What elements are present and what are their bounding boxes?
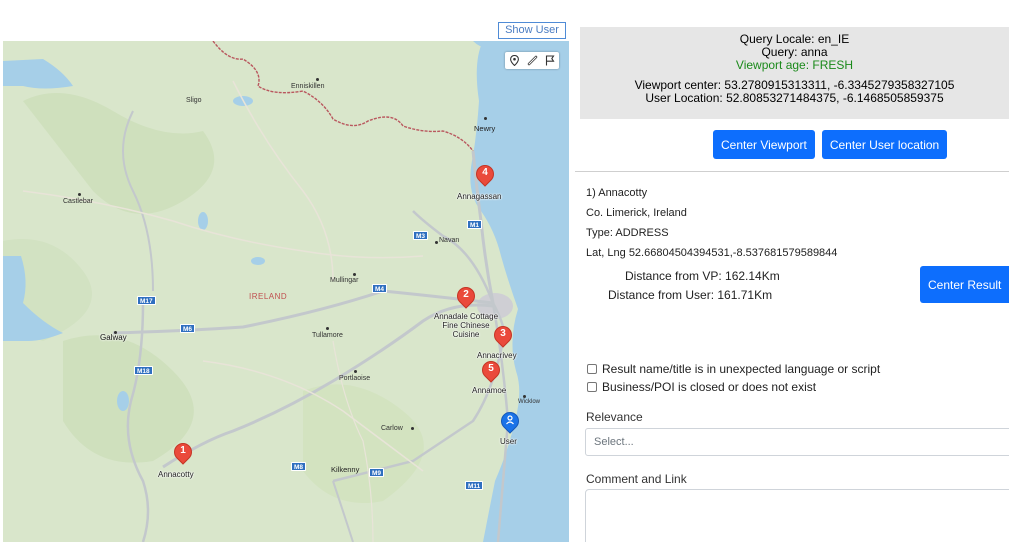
result-marker-4[interactable]: 4 <box>472 161 498 187</box>
closed-checkbox[interactable] <box>587 382 597 392</box>
viewport-center: Viewport center: 53.2780915313311, -6.33… <box>634 78 955 92</box>
place-kilkenny: Kilkenny <box>331 465 360 474</box>
result-latlng: Lat, Lng 52.66804504394531,-8.5376815795… <box>586 247 838 259</box>
road-m4: M4 <box>372 284 388 293</box>
unexpected-language-checkbox[interactable] <box>587 364 597 374</box>
user-location: User Location: 52.80853271484375, -6.146… <box>645 91 944 105</box>
place-navan: Navan <box>439 237 460 244</box>
result-marker-2[interactable]: 2 <box>453 283 479 309</box>
map-view[interactable]: Enniskillen Sligo Newry Castlebar Navan … <box>3 41 569 542</box>
place-portlaoise: Portlaoise <box>339 375 371 382</box>
marker-label-annacotty: Annacotty <box>158 470 194 479</box>
road-m6: M6 <box>180 324 196 333</box>
ruler-tool-icon[interactable] <box>526 54 539 67</box>
show-user-button[interactable]: Show User <box>498 22 566 39</box>
road-m8: M8 <box>291 462 307 471</box>
pin-tool-icon[interactable] <box>508 54 521 67</box>
place-castlebar: Castlebar <box>63 198 93 205</box>
center-buttons: Center Viewport Center User location <box>713 130 948 159</box>
result-details: 1) Annacotty Co. Limerick, Ireland Type:… <box>586 186 1006 266</box>
mullingar-dot <box>353 273 356 276</box>
road-m1: M1 <box>467 220 483 229</box>
marker-number: 5 <box>488 363 494 374</box>
closed-checkbox-row[interactable]: Business/POI is closed or does not exist <box>587 380 816 394</box>
place-sligo: Sligo <box>186 97 202 104</box>
place-tullamore: Tullamore <box>312 332 343 339</box>
result-type: Type: ADDRESS <box>586 227 669 239</box>
result-marker-1[interactable]: 1 <box>170 439 196 465</box>
place-carlow: Carlow <box>381 425 403 432</box>
center-result-button[interactable]: Center Result <box>920 266 1009 303</box>
map-toolbar <box>505 52 559 69</box>
place-mullingar: Mullingar <box>330 277 359 284</box>
marker-number: 4 <box>482 167 488 178</box>
comment-label: Comment and Link <box>586 472 687 486</box>
road-m11: M11 <box>465 481 484 490</box>
unexpected-language-checkbox-row[interactable]: Result name/title is in unexpected langu… <box>587 362 880 376</box>
closed-label: Business/POI is closed or does not exist <box>602 380 817 394</box>
road-m9: M9 <box>369 468 385 477</box>
flag-tool-icon[interactable] <box>544 54 557 67</box>
place-enniskillen: Enniskillen <box>291 83 325 90</box>
enniskillen-dot <box>316 78 319 81</box>
place-galway: Galway <box>100 333 127 342</box>
road-m18: M18 <box>134 366 153 375</box>
result-region: Co. Limerick, Ireland <box>586 207 687 219</box>
user-marker-label: User <box>500 437 517 446</box>
result-title: 1) Annacotty <box>586 187 648 199</box>
query-locale: Query Locale: en_IE <box>739 32 850 46</box>
road-m3: M3 <box>413 231 429 240</box>
carlow-dot <box>411 427 414 430</box>
distance-from-user: Distance from User: 161.71Km <box>608 288 773 302</box>
query-text: Query: anna <box>761 45 828 59</box>
marker-label-annacrivey: Annacrivey <box>477 351 517 360</box>
viewport-age: Viewport age: FRESH <box>735 58 854 72</box>
place-wicklow: Wicklow <box>518 399 540 405</box>
comment-textarea[interactable] <box>585 489 1009 542</box>
tullamore-dot <box>326 327 329 330</box>
result-marker-5[interactable]: 5 <box>478 357 504 383</box>
marker-number: 2 <box>463 289 469 300</box>
divider <box>575 171 1009 172</box>
castlebar-dot <box>78 193 81 196</box>
portlaoise-dot <box>354 370 357 373</box>
marker-number: 1 <box>180 445 186 456</box>
center-user-location-button[interactable]: Center User location <box>821 130 948 159</box>
marker-number: 3 <box>500 328 506 339</box>
newry-dot <box>484 117 487 120</box>
marker-label-annagassan: Annagassan <box>457 192 502 201</box>
wicklow-dot <box>523 395 526 398</box>
query-info-panel: Query Locale: en_IE Query: anna Viewport… <box>580 27 1009 119</box>
user-marker[interactable] <box>497 408 523 434</box>
center-viewport-button[interactable]: Center Viewport <box>713 130 815 159</box>
marker-label-annamoe: Annamoe <box>472 386 507 395</box>
place-newry: Newry <box>474 124 496 133</box>
relevance-label: Relevance <box>586 410 643 424</box>
relevance-select[interactable]: Select... <box>585 428 1009 456</box>
distance-from-viewport: Distance from VP: 162.14Km <box>625 269 780 283</box>
country-label: IRELAND <box>249 292 288 301</box>
navan-dot <box>435 241 438 244</box>
road-m17: M17 <box>137 296 156 305</box>
person-icon <box>506 415 514 425</box>
result-marker-3[interactable]: 3 <box>490 322 516 348</box>
unexpected-language-label: Result name/title is in unexpected langu… <box>602 362 881 376</box>
